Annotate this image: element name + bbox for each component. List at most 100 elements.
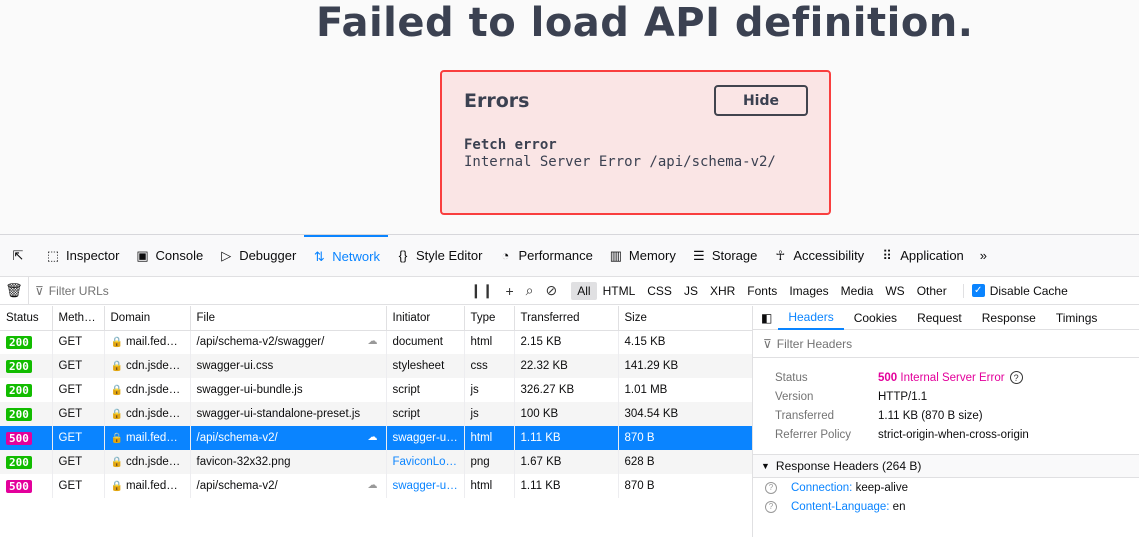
filter-other[interactable]: Other: [911, 282, 953, 300]
table-row[interactable]: 200 GET 🔒 cdn.jsde… swagger-ui-bundle.js …: [0, 378, 753, 402]
console-icon: ▣: [136, 247, 149, 263]
tab-storage[interactable]: ☰ Storage: [684, 235, 766, 276]
file-cell: swagger-ui-bundle.js: [190, 378, 387, 402]
requests-table: Status Meth… Domain File Initiator Type …: [0, 306, 753, 498]
initiator-link[interactable]: FaviconLo…: [386, 450, 465, 474]
transferred-cell: 1.67 KB: [514, 450, 619, 474]
plus-icon[interactable]: +: [505, 283, 513, 299]
tab-console[interactable]: ▣ Console: [127, 235, 211, 276]
tab-accessibility[interactable]: ☥ Accessibility: [765, 235, 872, 276]
help-icon[interactable]: ?: [765, 500, 777, 513]
col-file[interactable]: File: [190, 306, 387, 331]
tab-inspector[interactable]: ⬚ Inspector: [38, 235, 127, 276]
tab-network[interactable]: ⇅ Network: [304, 235, 388, 276]
col-size[interactable]: Size: [618, 306, 753, 331]
memory-icon: ▥: [609, 247, 623, 263]
transferred-cell: 100 KB: [514, 402, 619, 426]
file-cell: /api/schema-v2/☁: [190, 474, 387, 498]
type-cell: html: [464, 426, 515, 450]
filter-headers-input[interactable]: ⊽ Filter Headers: [753, 330, 1139, 358]
devtools-panel: ⇱ ⬚ Inspector ▣ Console ▷ Debugger ⇅ Network…: [0, 234, 1139, 537]
filter-html[interactable]: HTML: [597, 282, 642, 300]
file-cell: swagger-ui-standalone-preset.js: [190, 402, 387, 426]
type-cell: css: [464, 354, 515, 378]
table-row[interactable]: 500 GET 🔒 mail.fed… /api/schema-v2/☁ swag…: [0, 426, 753, 450]
search-icon[interactable]: ⌕: [526, 282, 534, 299]
method-cell: GET: [52, 330, 105, 354]
col-type[interactable]: Type: [464, 306, 515, 331]
lock-icon: 🔒: [110, 361, 123, 372]
help-icon[interactable]: ?: [765, 481, 777, 494]
tracker-icon: ☁: [367, 336, 378, 348]
network-actions: ❙❙ + ⌕ ⊘: [470, 282, 557, 299]
errors-panel: Errors Hide Fetch error Internal Server …: [440, 70, 831, 215]
tab-request[interactable]: Request: [907, 311, 972, 325]
col-method[interactable]: Meth…: [52, 306, 105, 331]
table-row[interactable]: 200 GET 🔒 mail.fed… /api/schema-v2/swagge…: [0, 330, 753, 354]
initiator-link[interactable]: swagger-u…: [386, 474, 465, 498]
panel-toggle-icon[interactable]: ◧: [753, 311, 778, 325]
hide-button[interactable]: Hide: [714, 85, 808, 116]
filter-all[interactable]: All: [571, 281, 597, 300]
transferred-key: Transferred: [775, 409, 835, 422]
headers-summary: Status 500 Internal Server Error ? Versi…: [753, 358, 1139, 444]
help-icon[interactable]: ?: [1009, 371, 1023, 384]
debugger-icon: ▷: [221, 247, 232, 263]
size-cell: 628 B: [618, 450, 753, 474]
pause-icon[interactable]: ❙❙: [470, 282, 493, 299]
method-cell: GET: [52, 426, 105, 450]
block-icon[interactable]: ⊘: [546, 282, 558, 299]
tab-headers[interactable]: Headers: [778, 306, 844, 330]
table-row[interactable]: 500 GET 🔒 mail.fed… /api/schema-v2/☁ swag…: [0, 474, 753, 498]
filter-ws[interactable]: WS: [879, 282, 910, 300]
tab-performance[interactable]: ◔ Performance: [490, 235, 600, 276]
method-cell: GET: [52, 378, 105, 402]
initiator-cell: script: [386, 402, 465, 426]
header-row: ? Connection: keep-alive: [753, 478, 1139, 497]
tracker-icon: ☁: [367, 480, 378, 491]
col-initiator[interactable]: Initiator: [386, 306, 465, 331]
transferred-cell: 326.27 KB: [514, 378, 619, 402]
element-picker-icon[interactable]: ⇱: [6, 235, 30, 276]
tab-timings[interactable]: Timings: [1046, 311, 1108, 325]
tab-cookies[interactable]: Cookies: [844, 311, 907, 325]
tab-style-editor[interactable]: {} Style Editor: [388, 235, 490, 276]
status-badge: 200: [6, 407, 32, 421]
tab-application[interactable]: ⠿ Application: [872, 235, 972, 276]
tab-debugger[interactable]: ▷ Debugger: [211, 235, 304, 276]
version-value: HTTP/1.1: [878, 390, 928, 403]
disable-cache-toggle[interactable]: ✓ Disable Cache: [962, 283, 1068, 298]
devtools-toolbar: ⇱ ⬚ Inspector ▣ Console ▷ Debugger ⇅ Network…: [0, 235, 1139, 277]
filter-js[interactable]: JS: [678, 282, 704, 300]
more-tools-icon[interactable]: »: [972, 235, 995, 276]
initiator-cell: stylesheet: [386, 354, 465, 378]
filter-urls-input[interactable]: ⊽ Filter URLs: [28, 277, 448, 304]
trash-icon[interactable]: 🗑: [0, 282, 28, 299]
table-row[interactable]: 200 GET 🔒 cdn.jsde… swagger-ui-standalone…: [0, 402, 753, 426]
table-row[interactable]: 200 GET 🔒 cdn.jsde… favicon-32x32.png Fav…: [0, 450, 753, 474]
filter-images[interactable]: Images: [783, 282, 834, 300]
type-cell: js: [464, 402, 515, 426]
file-cell: swagger-ui.css: [190, 354, 387, 378]
domain-cell: 🔒 cdn.jsde…: [104, 402, 191, 426]
domain-cell: 🔒 cdn.jsde…: [104, 450, 191, 474]
table-row[interactable]: 200 GET 🔒 cdn.jsde… swagger-ui.css styles…: [0, 354, 753, 378]
network-filter-bar: 🗑 ⊽ Filter URLs ❙❙ + ⌕ ⊘ All HTML CSS JS …: [0, 277, 1139, 305]
size-cell: 141.29 KB: [618, 354, 753, 378]
filter-media[interactable]: Media: [835, 282, 880, 300]
response-headers-toggle[interactable]: ▼ Response Headers (264 B): [753, 454, 1139, 478]
funnel-icon: ⊽: [763, 336, 772, 351]
col-transferred[interactable]: Transferred: [514, 306, 619, 331]
col-domain[interactable]: Domain: [104, 306, 191, 331]
filter-css[interactable]: CSS: [641, 282, 678, 300]
tab-response[interactable]: Response: [972, 311, 1046, 325]
col-status[interactable]: Status: [0, 306, 53, 331]
referrer-key: Referrer Policy: [775, 428, 852, 441]
filter-fonts[interactable]: Fonts: [741, 282, 783, 300]
method-cell: GET: [52, 402, 105, 426]
performance-icon: ◔: [501, 248, 510, 263]
application-icon: ⠿: [882, 247, 892, 263]
status-badge: 200: [6, 359, 32, 373]
tab-memory[interactable]: ▥ Memory: [601, 235, 684, 276]
filter-xhr[interactable]: XHR: [704, 282, 741, 300]
